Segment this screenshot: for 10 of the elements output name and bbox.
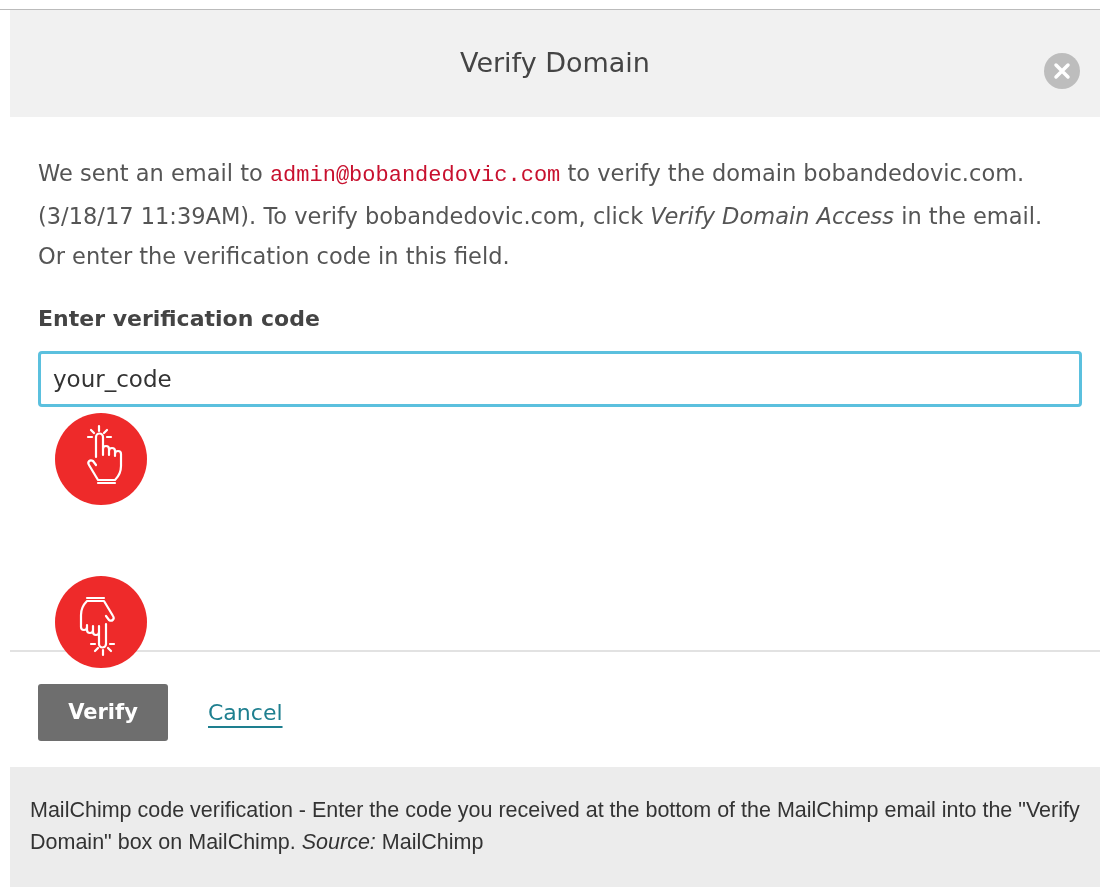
caption-text: MailChimp code verification - Enter the code you received at the bottom of the MailChimp email into the "Verify Domain" box on MailChimp. Source: MailChimp [10,767,1100,887]
cancel-link[interactable]: Cancel [208,696,283,729]
verify-button[interactable]: Verify [38,684,168,741]
verification-code-field[interactable]: your_code [38,351,1082,407]
field-label: Enter verification code [38,305,321,333]
pointing-hand-icon [55,576,147,668]
dialog-title: Verify Domain [460,46,650,81]
instruction-text: We sent an email to admin@bobandedovic.com to verify the domain bobandedovic.com. (3/18/17 11:39AM). To verify bobandedovic.com, click Verify Domain Access in the email. Or enter the verification code in this field. [37,159,1044,271]
close-icon[interactable] [1044,53,1080,89]
pointing-hand-icon [55,413,147,505]
